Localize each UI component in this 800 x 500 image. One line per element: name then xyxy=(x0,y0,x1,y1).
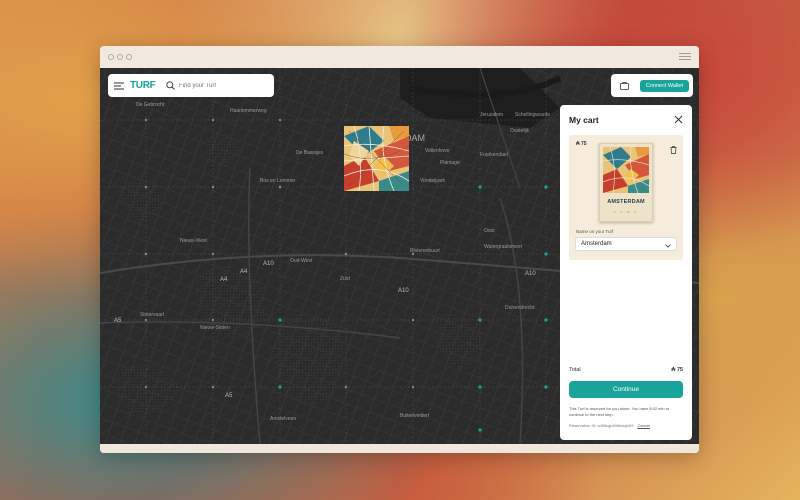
turf-name-select[interactable]: Amsterdam xyxy=(575,237,677,251)
connect-wallet-button[interactable]: Connect Wallet xyxy=(639,79,689,92)
reservation-id-row: Reservation ID: ic83bqjm0l9bdqkr09 Cancel xyxy=(569,423,683,428)
cart-item: ₳ 75 AMSTERDAM T U R F Name on your Turf… xyxy=(569,135,683,260)
cart-title: My cart xyxy=(569,115,599,125)
window-menu-icon[interactable] xyxy=(679,53,691,62)
menu-icon[interactable] xyxy=(108,74,130,97)
total-value: ₳ 75 xyxy=(671,367,683,373)
cancel-link[interactable]: Cancel xyxy=(637,423,649,428)
highway-label: A4 xyxy=(240,269,248,275)
map-label: Oostelijk xyxy=(510,128,530,134)
reservation-note: This Turf is reserved for you alone. You… xyxy=(569,406,670,417)
reservation-id: Reservation ID: ic83bqjm0l9bdqkr09 xyxy=(569,423,634,428)
trash-icon[interactable] xyxy=(670,141,677,159)
highway-label: A10 xyxy=(263,261,274,267)
highway-label: A5 xyxy=(225,393,233,399)
search-box[interactable] xyxy=(166,77,259,95)
turf-name-value: Amsterdam xyxy=(581,241,612,247)
map-label: Watergraafsmeer xyxy=(484,244,523,250)
title-bar xyxy=(100,46,699,68)
map-label: Schellingwoude xyxy=(515,112,551,118)
total-label: Total xyxy=(569,367,581,373)
map-label: Jeruzalem xyxy=(480,112,504,118)
map-label: Oost xyxy=(484,228,495,234)
map-label: Haarlemmerweg xyxy=(230,108,267,114)
poster-map-image xyxy=(603,147,649,193)
map-label: Plantage xyxy=(440,160,460,166)
header-actions: Connect Wallet xyxy=(611,74,693,97)
total-row: Total ₳ 75 xyxy=(569,367,683,373)
browser-window: De Gebrocht Haarlemmerweg De Baarsjes Bo… xyxy=(100,46,699,453)
top-search-bar: TURF xyxy=(108,74,274,97)
map-label: Duivendrecht xyxy=(505,305,535,311)
highway-label: A5 xyxy=(114,318,122,324)
map-label: Zuid xyxy=(340,276,350,282)
item-price: ₳ 75 xyxy=(576,141,587,147)
map-label: Amstelveen xyxy=(270,416,297,422)
map-label: Vollenhove xyxy=(425,148,450,154)
turf-poster-preview: AMSTERDAM T U R F xyxy=(599,143,653,222)
map-label: Slotervaart xyxy=(140,312,165,318)
maximize-window-dot[interactable] xyxy=(126,54,132,60)
window-controls xyxy=(108,54,132,60)
map-label: Frankendael xyxy=(480,152,508,158)
poster-brand: T U R F xyxy=(613,210,639,214)
continue-button[interactable]: Continue xyxy=(569,381,683,398)
search-input[interactable] xyxy=(179,82,259,89)
highway-label: A4 xyxy=(220,277,228,283)
cart-panel: My cart ₳ 75 AMSTERDAM T U R F Name on y… xyxy=(560,105,692,440)
map-label: Nieuw-West xyxy=(180,238,207,244)
close-icon[interactable] xyxy=(674,111,683,129)
chevron-down-icon xyxy=(665,235,671,253)
minimize-window-dot[interactable] xyxy=(117,54,123,60)
highway-label: A10 xyxy=(398,288,409,294)
poster-city-name: AMSTERDAM xyxy=(607,199,645,205)
turf-logo[interactable]: TURF xyxy=(130,80,166,91)
map-label: Vondelpark xyxy=(420,178,446,184)
map-view[interactable]: De Gebrocht Haarlemmerweg De Baarsjes Bo… xyxy=(100,68,699,444)
map-label: De Gebrocht xyxy=(136,102,165,108)
name-field-label: Name on your Turf xyxy=(576,229,614,234)
map-label: De Baarsjes xyxy=(296,150,324,156)
selected-turf-tile[interactable] xyxy=(344,126,409,191)
close-window-dot[interactable] xyxy=(108,54,114,60)
map-label: Rivierenbuurt xyxy=(410,248,440,254)
cart-header: My cart xyxy=(569,105,683,135)
search-icon xyxy=(166,77,175,95)
map-label: Bos en Lommer xyxy=(260,178,296,184)
wallet-icon[interactable] xyxy=(617,79,631,93)
map-label: Nieuw-Sloten xyxy=(200,325,230,331)
map-label: Oud-West xyxy=(290,258,313,264)
map-label: Buitenveldert xyxy=(400,413,430,419)
window-footer xyxy=(100,444,699,453)
highway-label: A10 xyxy=(525,271,536,277)
